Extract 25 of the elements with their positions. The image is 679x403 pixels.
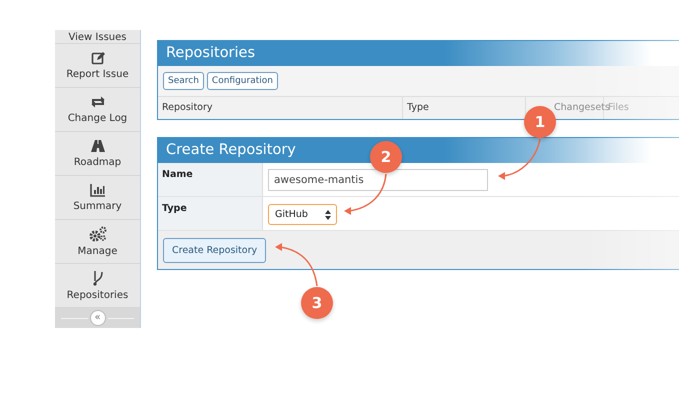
column-header: Repository	[158, 97, 403, 119]
road-icon	[90, 139, 106, 153]
toolbar-button[interactable]: Configuration	[206, 72, 278, 90]
panel-title: Repositories	[158, 41, 679, 66]
callout-arrow	[275, 243, 318, 286]
edit-icon	[90, 51, 104, 65]
sidebar-item[interactable]: Summary	[55, 176, 140, 220]
sidebar-item[interactable]: Manage	[55, 220, 140, 264]
select-arrows-icon	[325, 210, 331, 220]
bar-chart-icon	[90, 183, 106, 197]
callout-arrow	[498, 138, 541, 180]
sidebar-item[interactable]: Report Issue	[55, 44, 140, 88]
sidebar-item[interactable]: Change Log	[55, 88, 140, 132]
toolbar-button[interactable]: Search	[163, 72, 204, 90]
collapse-button[interactable]: «	[90, 310, 106, 326]
gears-icon	[88, 226, 106, 242]
field-label: Type	[158, 197, 263, 230]
name-field[interactable]: awesome-mantis	[268, 169, 488, 191]
create-repository-button[interactable]: Create Repository	[163, 238, 266, 263]
sidebar-item[interactable]: View Issues	[55, 30, 140, 44]
swap-arrows-icon	[90, 95, 106, 109]
sidebar-item[interactable]: Roadmap	[55, 132, 140, 176]
type-select[interactable]: GitHub	[268, 204, 337, 225]
branch-icon	[92, 270, 104, 286]
field-label: Name	[158, 163, 263, 196]
